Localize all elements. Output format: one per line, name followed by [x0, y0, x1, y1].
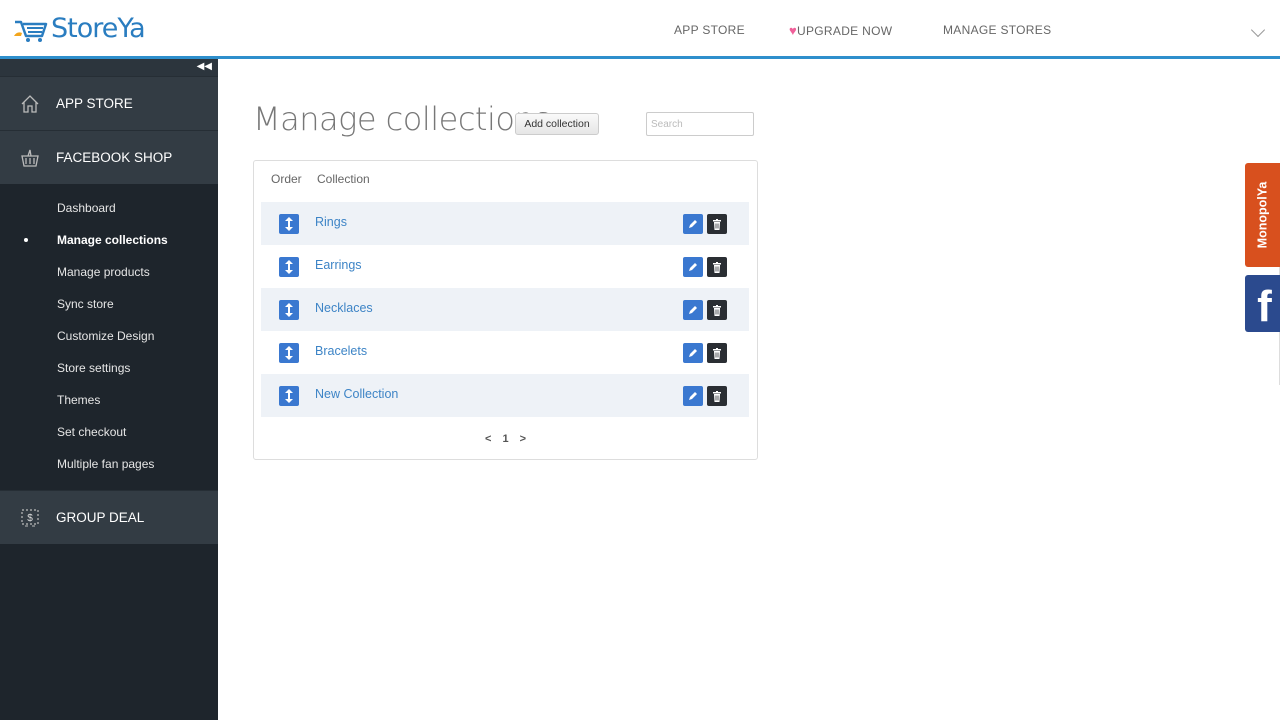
sidebar-item-label: APP STORE	[56, 96, 133, 111]
storeya-logo[interactable]: StoreYa	[13, 12, 146, 44]
sidebar-sub-manage-collections[interactable]: Manage collections	[0, 224, 218, 256]
facebook-tab[interactable]: f	[1245, 275, 1280, 332]
sidebar: ◀◀ APP STORE FACEBOOK SHOP Dashboard Man…	[0, 59, 218, 720]
pencil-icon	[689, 263, 697, 271]
trash-icon	[713, 304, 721, 316]
facebook-icon: f	[1257, 282, 1272, 331]
drag-handle-icon[interactable]	[279, 214, 299, 234]
drag-handle-icon[interactable]	[279, 257, 299, 277]
chevron-down-icon[interactable]	[1250, 22, 1266, 38]
pencil-icon	[689, 392, 697, 400]
sub-item-label: Manage collections	[57, 233, 168, 247]
edit-button[interactable]	[683, 343, 703, 363]
table-row: Necklaces	[261, 288, 749, 331]
drag-handle-icon[interactable]	[279, 300, 299, 320]
pagination: < 1 >	[254, 433, 757, 445]
collection-name-link[interactable]: Earrings	[315, 258, 362, 272]
sub-item-label: Dashboard	[57, 201, 116, 215]
pagination-next[interactable]: >	[520, 433, 526, 445]
add-collection-button[interactable]: Add collection	[515, 113, 599, 135]
search-input[interactable]	[646, 112, 754, 136]
sidebar-sub-multiple-fan-pages[interactable]: Multiple fan pages	[0, 448, 218, 480]
collection-name-link[interactable]: New Collection	[315, 387, 398, 401]
trash-icon	[713, 347, 721, 359]
nav-upgrade-now[interactable]: ♥UPGRADE NOW	[789, 23, 892, 38]
trash-icon	[713, 261, 721, 273]
sub-item-label: Manage products	[57, 265, 150, 279]
collections-table: Order Collection Rings Earrings Necklace…	[253, 160, 758, 460]
pencil-icon	[689, 349, 697, 357]
sidebar-sub-themes[interactable]: Themes	[0, 384, 218, 416]
pencil-icon	[689, 220, 697, 228]
nav-upgrade-label: UPGRADE NOW	[797, 24, 893, 38]
table-row: Earrings	[261, 245, 749, 288]
sub-item-label: Sync store	[57, 297, 114, 311]
table-row: Rings	[261, 202, 749, 245]
nav-manage-stores[interactable]: MANAGE STORES	[943, 23, 1051, 37]
coupon-icon: $	[20, 508, 40, 528]
pagination-page-1[interactable]: 1	[502, 433, 508, 445]
delete-button[interactable]	[707, 343, 727, 363]
table-row: Bracelets	[261, 331, 749, 374]
sub-item-label: Store settings	[57, 361, 131, 375]
sub-item-label: Customize Design	[57, 329, 155, 343]
sub-item-label: Multiple fan pages	[57, 457, 155, 471]
trash-icon	[713, 218, 721, 230]
pagination-prev[interactable]: <	[485, 433, 491, 445]
edit-button[interactable]	[683, 300, 703, 320]
column-header-collection: Collection	[317, 172, 370, 186]
collection-name-link[interactable]: Necklaces	[315, 301, 373, 315]
sub-item-label: Set checkout	[57, 425, 127, 439]
table-header: Order Collection	[271, 172, 370, 186]
monopolya-tab[interactable]: MonopolYa	[1245, 163, 1280, 267]
edit-button[interactable]	[683, 386, 703, 406]
edit-button[interactable]	[683, 214, 703, 234]
pencil-icon	[689, 306, 697, 314]
collection-name-link[interactable]: Rings	[315, 215, 347, 229]
sidebar-item-label: FACEBOOK SHOP	[56, 150, 173, 165]
sidebar-sub-manage-products[interactable]: Manage products	[0, 256, 218, 288]
delete-button[interactable]	[707, 300, 727, 320]
heart-icon: ♥	[789, 23, 798, 38]
page-title: Manage collections	[253, 100, 551, 138]
sidebar-sub-dashboard[interactable]: Dashboard	[0, 192, 218, 224]
active-bullet-icon	[24, 238, 28, 242]
sidebar-item-label: GROUP DEAL	[56, 510, 145, 525]
sidebar-collapse-bar: ◀◀	[0, 59, 218, 76]
delete-button[interactable]	[707, 257, 727, 277]
edit-button[interactable]	[683, 257, 703, 277]
home-icon	[20, 94, 40, 114]
collection-name-link[interactable]: Bracelets	[315, 344, 367, 358]
sidebar-sub-store-settings[interactable]: Store settings	[0, 352, 218, 384]
collapse-sidebar-icon[interactable]: ◀◀	[197, 61, 212, 72]
delete-button[interactable]	[707, 214, 727, 234]
top-header: StoreYa APP STORE ♥UPGRADE NOW MANAGE ST…	[0, 0, 1280, 59]
facebook-shop-submenu: Dashboard Manage collections Manage prod…	[0, 184, 218, 490]
sidebar-sub-set-checkout[interactable]: Set checkout	[0, 416, 218, 448]
trash-icon	[713, 390, 721, 402]
drag-handle-icon[interactable]	[279, 343, 299, 363]
monopolya-label: MonopolYa	[1255, 181, 1270, 249]
brand-name: StoreYa	[51, 12, 146, 44]
sidebar-item-group-deal[interactable]: $ GROUP DEAL	[0, 490, 218, 544]
cart-icon	[14, 20, 48, 42]
basket-icon	[20, 148, 40, 168]
sidebar-item-facebook-shop[interactable]: FACEBOOK SHOP	[0, 130, 218, 184]
column-header-order: Order	[271, 172, 302, 186]
drag-handle-icon[interactable]	[279, 386, 299, 406]
sub-item-label: Themes	[57, 393, 101, 407]
svg-text:$: $	[27, 513, 33, 524]
sidebar-sub-sync-store[interactable]: Sync store	[0, 288, 218, 320]
table-row: New Collection	[261, 374, 749, 417]
sidebar-item-app-store[interactable]: APP STORE	[0, 76, 218, 130]
sidebar-sub-customize-design[interactable]: Customize Design	[0, 320, 218, 352]
nav-app-store[interactable]: APP STORE	[674, 23, 745, 37]
delete-button[interactable]	[707, 386, 727, 406]
table-body: Rings Earrings Necklaces Bracelets New C…	[261, 202, 749, 417]
